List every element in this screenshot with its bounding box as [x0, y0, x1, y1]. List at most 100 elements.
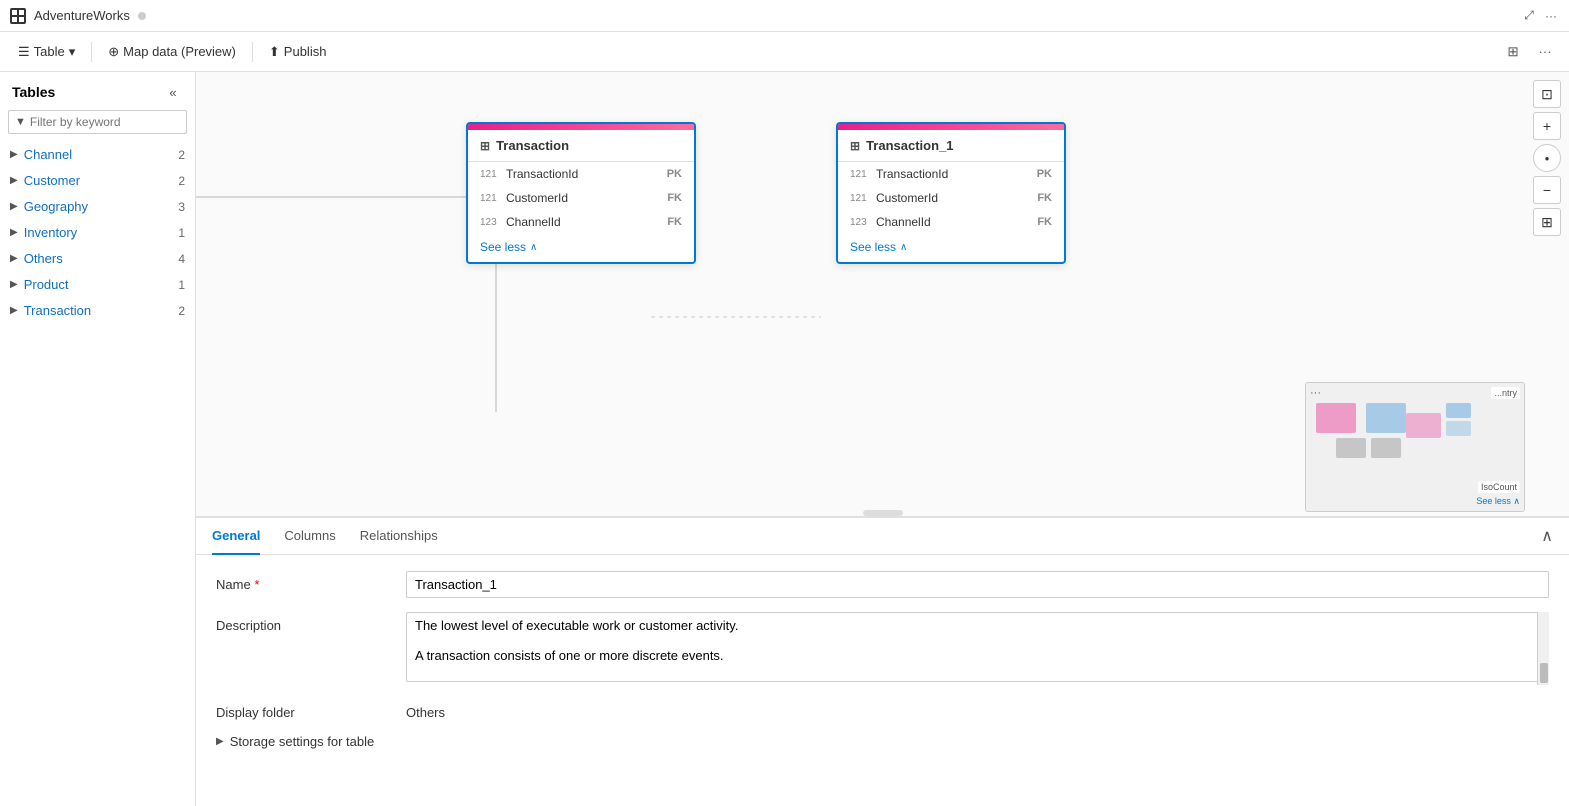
panel-resize-handle[interactable] [863, 510, 903, 516]
transaction-title-text: Transaction [496, 138, 569, 153]
col-type-icon: 121 [480, 193, 500, 204]
name-required: * [254, 577, 259, 592]
sidebar-item-others[interactable]: ▶ Others 4 [0, 246, 195, 272]
zoom-fit-button[interactable]: ⊞ [1533, 208, 1561, 236]
transaction1-title-text: Transaction_1 [866, 138, 953, 153]
panel-collapse-button[interactable]: ∧ [1541, 526, 1553, 546]
sidebar: Tables « ▼ ▶ Channel 2 ▶ Customer 2 ▶ Ge… [0, 72, 196, 806]
transaction1-card[interactable]: ⊞ Transaction_1 121 TransactionId PK 121… [836, 122, 1066, 264]
name-row: Name * [216, 571, 1549, 598]
map-data-button[interactable]: ⊕ Map data (Preview) [100, 40, 244, 64]
sidebar-item-transaction[interactable]: ▶ Transaction 2 [0, 298, 195, 324]
display-folder-row: Display folder Others [216, 699, 1549, 720]
sidebar-header: Tables « [0, 72, 195, 110]
zoom-controls: ⊡ + ● − ⊞ [1533, 80, 1561, 236]
bottom-tabs: General Columns Relationships ∧ [196, 518, 1569, 555]
bottom-form-content: Name * Description The lowest level of e… [196, 555, 1569, 806]
col-name: CustomerId [506, 191, 661, 205]
zoom-reset-button[interactable]: ● [1533, 144, 1561, 172]
col-key: PK [667, 168, 682, 180]
storage-settings-row[interactable]: ▶ Storage settings for table [216, 734, 1549, 749]
filter-input[interactable] [30, 115, 185, 129]
sidebar-label-product: Product [24, 277, 173, 292]
more-options-toolbar-icon[interactable]: ··· [1531, 38, 1559, 66]
col-name: TransactionId [876, 167, 1031, 181]
map-data-label: Map data (Preview) [123, 44, 236, 59]
col-name: ChannelId [506, 215, 661, 229]
table-row: 121 CustomerId FK [468, 186, 694, 210]
sidebar-title: Tables [12, 84, 55, 100]
scrollbar-thumb[interactable] [1540, 663, 1548, 683]
storage-settings-label: Storage settings for table [230, 734, 375, 749]
see-less-button[interactable]: See less ∧ [468, 234, 694, 262]
table-icon: ☰ [18, 44, 30, 60]
see-less-label-1: See less [850, 240, 896, 254]
col-key: PK [1037, 168, 1052, 180]
canvas-area[interactable]: ⊞ Transaction 121 TransactionId PK 121 C… [196, 72, 1569, 516]
table-dropdown-icon: ▾ [69, 44, 76, 60]
expand-icon-geography: ▶ [10, 201, 18, 212]
sidebar-label-inventory: Inventory [24, 225, 173, 240]
table-row: 123 ChannelId FK [838, 210, 1064, 234]
more-options-icon[interactable]: ··· [1543, 8, 1559, 24]
table-button[interactable]: ☰ Table ▾ [10, 40, 83, 64]
col-key: FK [1037, 216, 1052, 228]
col-type-icon: 121 [850, 169, 870, 180]
publish-button[interactable]: ⬆ Publish [261, 40, 335, 64]
main-layout: Tables « ▼ ▶ Channel 2 ▶ Customer 2 ▶ Ge… [0, 72, 1569, 806]
col-key: FK [667, 192, 682, 204]
sidebar-count-geography: 3 [178, 200, 185, 214]
tab-general[interactable]: General [212, 518, 260, 555]
sidebar-count-inventory: 1 [178, 226, 185, 240]
see-less-arrow-icon-1: ∧ [900, 242, 907, 253]
sidebar-label-channel: Channel [24, 147, 173, 162]
tab-columns[interactable]: Columns [284, 518, 335, 555]
toolbar-separator [91, 42, 92, 62]
zoom-out-button[interactable]: − [1533, 176, 1561, 204]
storage-expand-icon: ▶ [216, 736, 224, 747]
table-row: 121 CustomerId FK [838, 186, 1064, 210]
sidebar-item-inventory[interactable]: ▶ Inventory 1 [0, 220, 195, 246]
description-textarea[interactable]: The lowest level of executable work or c… [406, 612, 1549, 682]
transaction-card[interactable]: ⊞ Transaction 121 TransactionId PK 121 C… [466, 122, 696, 264]
sidebar-item-geography[interactable]: ▶ Geography 3 [0, 194, 195, 220]
tab-relationships[interactable]: Relationships [360, 518, 438, 555]
sidebar-collapse-button[interactable]: « [163, 82, 183, 102]
mini-map-more-icon[interactable]: ··· [1310, 387, 1321, 399]
filter-icon: ▼ [15, 116, 26, 128]
filter-box: ▼ [8, 110, 187, 134]
col-type-icon: 121 [480, 169, 500, 180]
description-row: Description The lowest level of executab… [216, 612, 1549, 685]
expand-icon-inventory: ▶ [10, 227, 18, 238]
toolbar-right: ⊞ ··· [1499, 38, 1559, 66]
col-type-icon: 121 [850, 193, 870, 204]
col-key: FK [667, 216, 682, 228]
sidebar-list: ▶ Channel 2 ▶ Customer 2 ▶ Geography 3 ▶… [0, 142, 195, 806]
display-folder-value: Others [406, 699, 1549, 720]
sidebar-label-geography: Geography [24, 199, 173, 214]
sidebar-count-customer: 2 [178, 174, 185, 188]
see-less-arrow-icon: ∧ [530, 242, 537, 253]
sidebar-item-channel[interactable]: ▶ Channel 2 [0, 142, 195, 168]
app-title: AdventureWorks [34, 8, 130, 23]
fit-to-screen-button[interactable]: ⊡ [1533, 80, 1561, 108]
expand-icon-channel: ▶ [10, 149, 18, 160]
sidebar-item-customer[interactable]: ▶ Customer 2 [0, 168, 195, 194]
table-row: 121 TransactionId PK [468, 162, 694, 186]
maximize-icon[interactable]: ⤢ [1521, 8, 1537, 24]
title-bar: AdventureWorks ⤢ ··· [0, 0, 1569, 32]
sidebar-item-product[interactable]: ▶ Product 1 [0, 272, 195, 298]
view-icon[interactable]: ⊞ [1499, 38, 1527, 66]
expand-icon-customer: ▶ [10, 175, 18, 186]
sidebar-count-channel: 2 [178, 148, 185, 162]
see-less-button-1[interactable]: See less ∧ [838, 234, 1064, 262]
zoom-in-button[interactable]: + [1533, 112, 1561, 140]
col-name: TransactionId [506, 167, 661, 181]
name-label: Name * [216, 571, 406, 592]
sidebar-count-others: 4 [178, 252, 185, 266]
publish-label: Publish [284, 44, 327, 59]
sidebar-count-transaction: 2 [178, 304, 185, 318]
table-row: 121 TransactionId PK [838, 162, 1064, 186]
name-input[interactable] [406, 571, 1549, 598]
mini-map-see-less[interactable]: See less ∧ [1476, 496, 1520, 507]
